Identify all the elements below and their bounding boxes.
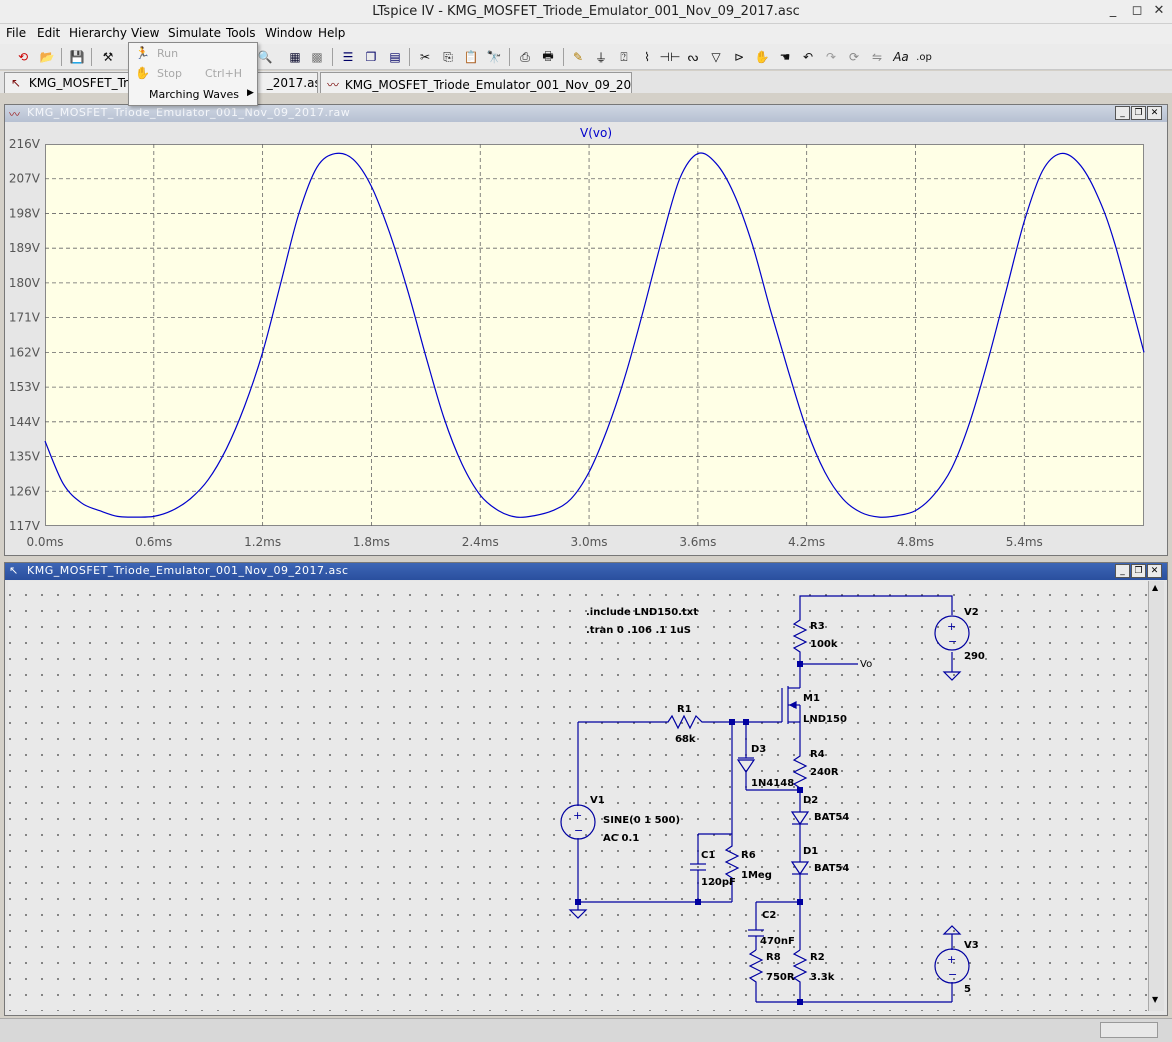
v1-ac[interactable]: AC 0.1: [603, 833, 639, 844]
r1-name: R1: [677, 704, 692, 715]
m1-value[interactable]: LND150: [803, 714, 847, 725]
status-panel: [1100, 1022, 1158, 1038]
c2-name: C2: [762, 910, 776, 921]
stop-hand-icon: ✋: [135, 66, 150, 80]
r8-name: R8: [766, 952, 781, 963]
c2-value[interactable]: 470nF: [760, 936, 795, 947]
v2-value[interactable]: 290: [964, 651, 985, 662]
ground-v1: [568, 909, 588, 919]
v2-plus-sign: +: [947, 620, 956, 633]
menu-item-marching-waves-label: Marching Waves: [149, 88, 239, 101]
status-bar: [0, 1018, 1172, 1042]
r4-value[interactable]: 240R: [810, 767, 839, 778]
v2-name: V2: [964, 607, 979, 618]
resistor-r3[interactable]: [792, 615, 808, 664]
directive-include[interactable]: .include LND150.txt: [586, 607, 698, 618]
v3-value[interactable]: 5: [964, 984, 971, 995]
r3-value[interactable]: 100k: [810, 639, 838, 650]
d2-value[interactable]: BAT54: [814, 812, 849, 823]
r3-name: R3: [810, 621, 825, 632]
r6-name: R6: [741, 850, 756, 861]
menu-item-marching-waves[interactable]: Marching Waves ▶: [129, 85, 257, 105]
run-icon: 🏃: [135, 46, 150, 60]
menu-item-stop-shortcut: Ctrl+H: [205, 67, 243, 80]
submenu-arrow-icon: ▶: [247, 88, 254, 98]
v3-plus-sign: +: [947, 953, 956, 966]
v3-minus-sign: −: [948, 968, 957, 981]
simulate-dropdown: 🏃 Run ✋ Stop Ctrl+H Marching Waves ▶: [128, 42, 258, 106]
r6-value[interactable]: 1Meg: [741, 870, 772, 881]
v3-name: V3: [964, 940, 979, 951]
m1-name: M1: [803, 693, 820, 704]
v3-supply-arrow: [942, 925, 962, 935]
d2-name: D2: [803, 795, 818, 806]
menu-item-stop[interactable]: ✋ Stop Ctrl+H: [129, 64, 257, 84]
d1-name: D1: [803, 846, 818, 857]
d3-name: D3: [751, 744, 766, 755]
v1-name: V1: [590, 795, 605, 806]
v1-plus-sign: +: [573, 809, 582, 822]
r2-value[interactable]: 3.3k: [810, 972, 835, 983]
c1-name: C1: [701, 850, 715, 861]
v2-minus-sign: −: [948, 635, 957, 648]
schematic-drawing: + − + − + − .include LND150.txt .tran 0 …: [560, 595, 985, 1005]
menu-item-run[interactable]: 🏃 Run: [129, 44, 257, 64]
c1-value[interactable]: 120pF: [701, 877, 736, 888]
r2-name: R2: [810, 952, 825, 963]
diode-d2[interactable]: [790, 811, 810, 826]
diode-d1[interactable]: [790, 861, 810, 876]
d1-value[interactable]: BAT54: [814, 863, 849, 874]
ground-v2: [942, 671, 962, 681]
menu-item-stop-label: Stop: [157, 67, 183, 80]
resistor-r2[interactable]: [792, 949, 808, 1002]
r1-value[interactable]: 68k: [675, 734, 696, 745]
directive-tran[interactable]: .tran 0 .106 .1 1uS: [586, 625, 691, 636]
r4-name: R4: [810, 749, 825, 760]
diode-d3[interactable]: [736, 759, 756, 774]
net-label-vo[interactable]: Vo: [860, 659, 872, 670]
resistor-r8[interactable]: [748, 949, 764, 1002]
r8-value[interactable]: 750R: [766, 972, 795, 983]
resistor-r6[interactable]: [724, 834, 740, 902]
menu-item-run-label: Run: [157, 47, 179, 60]
d3-value[interactable]: 1N4148: [751, 778, 794, 789]
v1-minus-sign: −: [574, 824, 583, 837]
v1-value[interactable]: SINE(0 1 500): [603, 815, 680, 826]
